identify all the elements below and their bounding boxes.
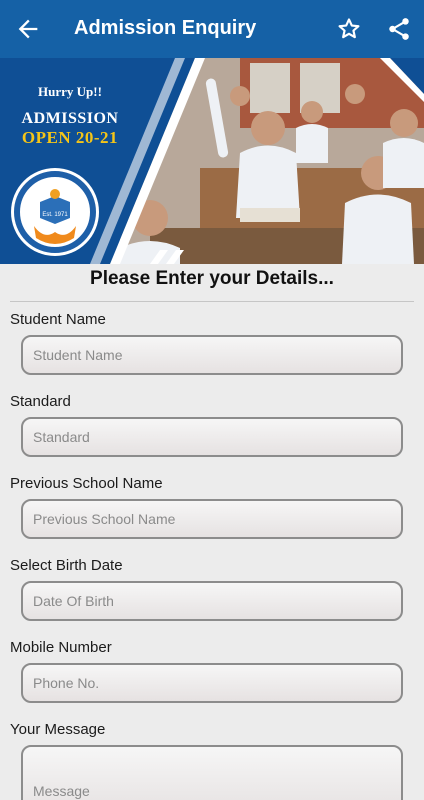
divider [10, 301, 414, 302]
school-logo-icon: Est. 1971 [11, 168, 99, 256]
message-label: Your Message [10, 721, 106, 738]
message-textarea[interactable] [21, 745, 403, 800]
admission-open-text: OPEN 20-21 [21, 128, 119, 147]
standard-label: Standard [10, 393, 71, 410]
mobile-number-label: Mobile Number [10, 639, 112, 656]
birth-date-label: Select Birth Date [10, 557, 123, 574]
mobile-number-input[interactable] [21, 663, 403, 703]
admission-banner[interactable]: Hurry Up!! ADMISSION OPEN 20-21 Est. 197… [0, 58, 424, 264]
app-bar: Admission Enquiry [0, 0, 424, 58]
previous-school-input[interactable] [21, 499, 403, 539]
standard-input[interactable] [21, 417, 403, 457]
page-title: Admission Enquiry [74, 17, 257, 39]
share-icon[interactable] [386, 16, 412, 42]
admission-text: ADMISSION [21, 110, 119, 127]
hurry-up-text: Hurry Up!! [38, 84, 102, 99]
form-heading: Please Enter your Details... [90, 268, 334, 289]
student-name-label: Student Name [10, 311, 106, 328]
birth-date-input[interactable] [21, 581, 403, 621]
student-name-input[interactable] [21, 335, 403, 375]
back-arrow-icon[interactable] [14, 15, 42, 43]
previous-school-label: Previous School Name [10, 475, 163, 492]
svg-text:Est. 1971: Est. 1971 [42, 212, 68, 218]
favorite-star-icon[interactable] [336, 16, 362, 42]
